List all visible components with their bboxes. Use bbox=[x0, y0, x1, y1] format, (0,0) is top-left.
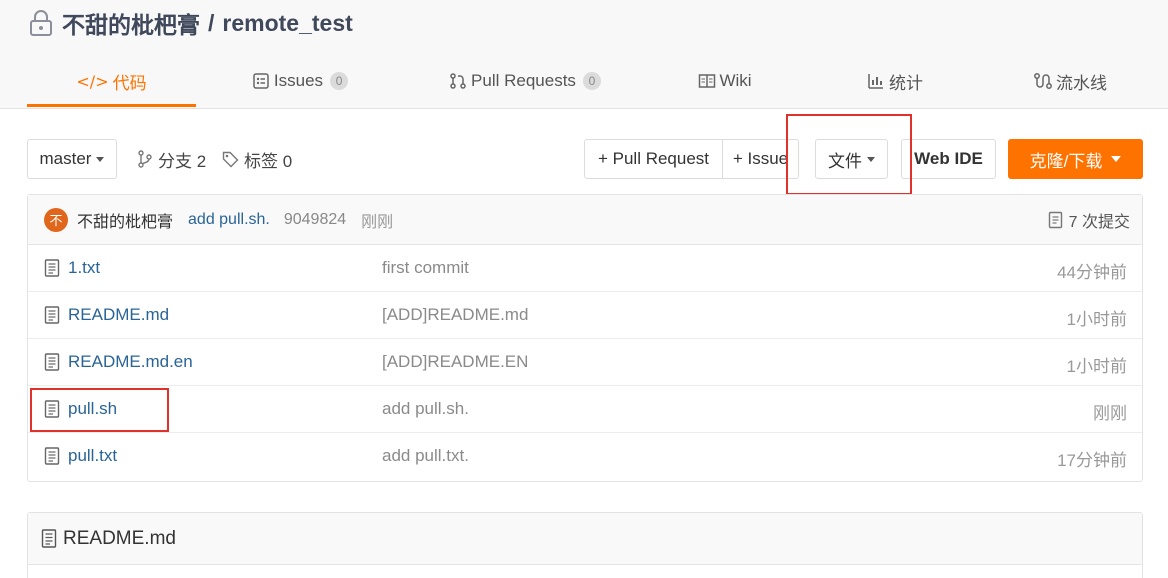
file-row[interactable]: README.md.en [ADD]README.EN 1小时前 bbox=[28, 339, 1142, 386]
stats-icon bbox=[868, 74, 883, 89]
tab-pull-requests-label: Pull Requests bbox=[471, 71, 576, 90]
tab-stats-label: 统计 bbox=[889, 73, 923, 93]
tab-pipeline-label: 流水线 bbox=[1056, 73, 1107, 93]
branches-label: 分支 2 bbox=[158, 151, 207, 171]
file-name-link[interactable]: pull.sh bbox=[68, 399, 117, 419]
clone-download-button[interactable]: 克隆/下载 bbox=[1008, 139, 1143, 179]
commit-history-icon bbox=[1048, 211, 1062, 229]
tab-code-label: 代码 bbox=[112, 73, 147, 93]
branch-name: master bbox=[39, 149, 92, 168]
tab-wiki-label: Wiki bbox=[719, 71, 752, 90]
file-commit-message[interactable]: [ADD]README.md bbox=[382, 305, 528, 325]
new-pull-request-label: + Pull Request bbox=[597, 149, 710, 168]
file-commit-message[interactable]: first commit bbox=[382, 258, 469, 278]
commit-sha[interactable]: 9049824 bbox=[284, 211, 346, 229]
branch-icon bbox=[138, 150, 152, 168]
file-dropdown-label: 文件 bbox=[828, 151, 862, 171]
file-list-panel: 不 不甜的枇杷膏 add pull.sh. 9049824 刚刚 7 次提交 1… bbox=[27, 194, 1143, 482]
file-commit-time: 1小时前 bbox=[1066, 310, 1127, 329]
file-name-link[interactable]: README.md.en bbox=[68, 352, 193, 372]
new-issue-label: + Issue bbox=[732, 149, 789, 168]
pull-request-icon bbox=[450, 73, 466, 89]
tab-stats[interactable]: 统计 bbox=[850, 62, 940, 100]
issues-icon bbox=[253, 73, 269, 89]
tags-link[interactable]: 标签 0 bbox=[222, 146, 292, 172]
new-pull-request-button[interactable]: + Pull Request bbox=[584, 139, 723, 179]
tag-icon bbox=[222, 151, 239, 167]
repo-owner[interactable]: 不甜的枇杷膏 bbox=[62, 6, 200, 40]
wiki-icon bbox=[699, 74, 716, 88]
repo-name[interactable]: remote_test bbox=[222, 10, 352, 37]
clone-download-label: 克隆/下载 bbox=[1029, 151, 1103, 171]
tab-pipeline[interactable]: 流水线 bbox=[1020, 62, 1120, 100]
web-ide-button[interactable]: Web IDE bbox=[901, 139, 996, 179]
commit-time: 刚刚 bbox=[361, 213, 394, 231]
tab-wiki[interactable]: Wiki bbox=[680, 62, 770, 100]
file-row[interactable]: pull.sh add pull.sh. 刚刚 bbox=[28, 386, 1142, 433]
latest-commit-bar: 不 不甜的枇杷膏 add pull.sh. 9049824 刚刚 7 次提交 bbox=[28, 195, 1142, 245]
code-icon: </> bbox=[76, 71, 109, 91]
branch-selector[interactable]: master bbox=[27, 139, 117, 179]
commit-message[interactable]: add pull.sh. bbox=[188, 211, 270, 229]
repo-title: 不甜的枇杷膏 / remote_test bbox=[28, 8, 353, 38]
chevron-down-icon bbox=[867, 156, 875, 162]
file-row[interactable]: pull.txt add pull.txt. 17分钟前 bbox=[28, 433, 1142, 480]
tab-pull-requests[interactable]: Pull Requests 0 bbox=[440, 62, 610, 100]
file-dropdown-button[interactable]: 文件 bbox=[815, 139, 888, 179]
active-tab-indicator bbox=[27, 104, 196, 107]
file-icon bbox=[44, 353, 60, 371]
tab-issues-label: Issues bbox=[273, 71, 324, 90]
repo-separator: / bbox=[208, 9, 215, 36]
tags-label: 标签 0 bbox=[244, 151, 293, 171]
file-row[interactable]: 1.txt first commit 44分钟前 bbox=[28, 245, 1142, 292]
file-icon bbox=[44, 447, 60, 465]
file-commit-time: 17分钟前 bbox=[1057, 451, 1127, 470]
file-commit-time: 刚刚 bbox=[1093, 404, 1127, 423]
tab-issues[interactable]: Issues 0 bbox=[240, 62, 360, 100]
file-name-link[interactable]: README.md bbox=[68, 305, 169, 325]
file-icon bbox=[44, 259, 60, 277]
file-name-link[interactable]: 1.txt bbox=[68, 258, 100, 278]
readme-header: README.md bbox=[28, 513, 1142, 565]
chevron-down-icon bbox=[96, 156, 105, 162]
file-icon bbox=[44, 400, 60, 418]
file-commit-message[interactable]: add pull.sh. bbox=[382, 399, 469, 419]
avatar[interactable]: 不 bbox=[44, 207, 68, 232]
file-commit-message[interactable]: add pull.txt. bbox=[382, 446, 469, 466]
new-issue-button[interactable]: + Issue bbox=[722, 139, 799, 179]
readme-title: README.md bbox=[63, 527, 176, 549]
commits-count-label: 7 次提交 bbox=[1068, 214, 1130, 231]
readme-panel: README.md bbox=[27, 512, 1143, 578]
lock-icon bbox=[30, 10, 52, 36]
repo-header: 不甜的枇杷膏 / remote_test </> 代码 Issues 0 Pul… bbox=[0, 0, 1168, 109]
file-name-link[interactable]: pull.txt bbox=[68, 446, 117, 466]
chevron-down-icon bbox=[1111, 156, 1122, 162]
file-commit-time: 1小时前 bbox=[1066, 357, 1127, 376]
pull-requests-count-badge: 0 bbox=[582, 72, 601, 90]
commits-count-link[interactable]: 7 次提交 bbox=[1048, 208, 1130, 232]
file-commit-message[interactable]: [ADD]README.EN bbox=[382, 352, 528, 372]
branches-link[interactable]: 分支 2 bbox=[137, 146, 206, 172]
commit-author[interactable]: 不甜的枇杷膏 bbox=[77, 208, 173, 232]
file-commit-time: 44分钟前 bbox=[1057, 263, 1127, 282]
file-row[interactable]: README.md [ADD]README.md 1小时前 bbox=[28, 292, 1142, 339]
pipeline-icon bbox=[1034, 73, 1052, 89]
readme-file-icon bbox=[41, 529, 57, 548]
issues-count-badge: 0 bbox=[330, 72, 349, 90]
tab-code[interactable]: </> 代码 bbox=[27, 62, 196, 100]
web-ide-label: Web IDE bbox=[914, 149, 983, 168]
file-icon bbox=[44, 306, 60, 324]
